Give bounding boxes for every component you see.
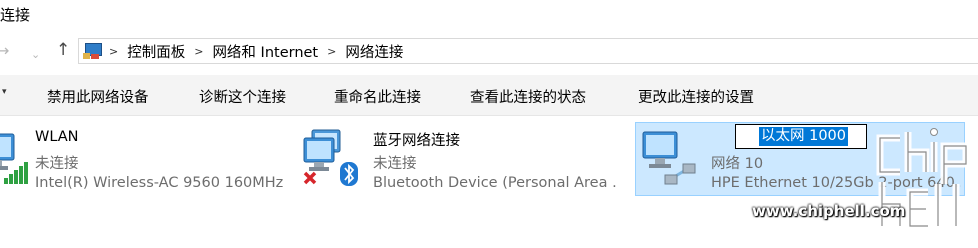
connection-device: Bluetooth Device (Personal Area ... (373, 175, 618, 191)
chevron-right-icon[interactable]: > (109, 45, 118, 58)
connection-status: 网络 10 (711, 156, 764, 172)
window-title: 连接 (0, 6, 31, 24)
organize-dropdown-icon[interactable]: ▾ (2, 87, 7, 97)
connection-name: 蓝牙网络连接 (373, 133, 460, 149)
rename-input[interactable]: 以太网 1000 (735, 124, 867, 149)
connection-item-wlan[interactable]: WLAN 未连接 Intel(R) Wireless-AC 9560 160MH… (0, 122, 290, 196)
breadcrumb-control-panel[interactable]: 控制面板 (127, 41, 185, 62)
command-bar: ▾ 禁用此网络设备 诊断这个连接 重命名此连接 查看此连接的状态 更改此连接的设… (0, 75, 978, 116)
breadcrumb-network-internet[interactable]: 网络和 Internet (212, 41, 318, 62)
connection-device: Intel(R) Wireless-AC 9560 160MHz (35, 175, 284, 191)
disable-device-button[interactable]: 禁用此网络设备 (47, 86, 149, 107)
connection-item-bluetooth[interactable]: 蓝牙网络连接 未连接 Bluetooth Device (Personal Ar… (300, 122, 620, 196)
wifi-adapter-icon (0, 133, 28, 184)
bluetooth-adapter-icon (303, 129, 358, 186)
diagnose-connection-button[interactable]: 诊断这个连接 (199, 86, 286, 107)
view-status-button[interactable]: 查看此连接的状态 (470, 86, 586, 107)
selected-text: 以太网 1000 (759, 127, 849, 146)
connection-status: 未连接 (373, 156, 417, 172)
rename-connection-button[interactable]: 重命名此连接 (334, 86, 421, 107)
address-bar[interactable]: > 控制面板 > 网络和 Internet > 网络连接 (78, 38, 978, 64)
chevron-right-icon[interactable]: > (327, 45, 336, 58)
watermark-url: www.chiphell.com (752, 202, 906, 220)
back-arrow-icon[interactable]: → (0, 41, 9, 61)
up-arrow-icon[interactable]: ↑ (56, 40, 70, 60)
breadcrumb-network-connections[interactable]: 网络连接 (345, 41, 403, 62)
control-panel-icon (83, 42, 103, 60)
chevron-right-icon[interactable]: > (194, 45, 203, 58)
recent-locations-chevron-icon[interactable]: ⌄ (31, 45, 40, 65)
connection-name: WLAN (35, 129, 79, 145)
connection-status: 未连接 (35, 156, 79, 172)
ethernet-adapter-icon (642, 131, 696, 185)
change-settings-button[interactable]: 更改此连接的设置 (638, 86, 754, 107)
navigation-bar: → ⌄ ↑ > 控制面板 > 网络和 Internet > 网络连接 (0, 38, 978, 66)
